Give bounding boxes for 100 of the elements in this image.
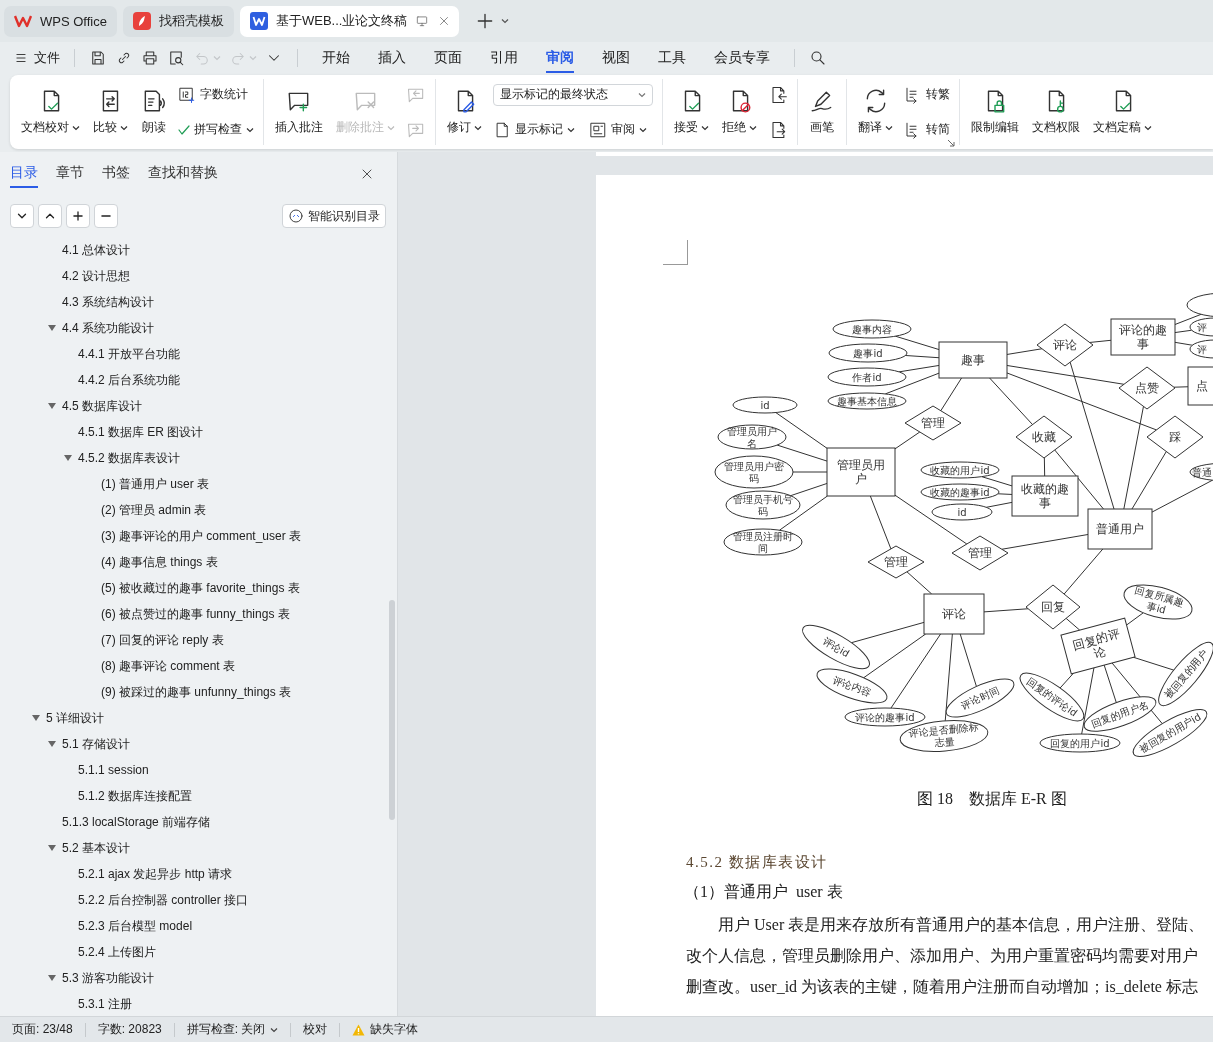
ribbon-button[interactable]: 修订 [445, 84, 484, 140]
ribbon-button[interactable]: 拼写检查 [178, 119, 254, 141]
toc-item[interactable]: (8) 趣事评论 comment 表 [101, 657, 235, 675]
app-tab[interactable]: 找稻壳模板 [122, 5, 234, 37]
remove-button[interactable] [94, 204, 118, 228]
menu-tab[interactable]: 页面 [434, 43, 462, 73]
ribbon-button[interactable]: 限制编辑 [969, 84, 1021, 140]
ribbon-button[interactable]: 审阅 [589, 118, 647, 141]
relationship-diamond: 回复 [1025, 584, 1081, 630]
ribbon-button[interactable]: 字数统计 [178, 83, 254, 106]
status-item[interactable]: 校对 [303, 1021, 328, 1038]
ribbon-button[interactable]: 文档权限 [1030, 84, 1082, 140]
entity-box: 管理员用户 [826, 447, 896, 497]
relationship-diamond: 管理 [904, 405, 962, 441]
dropdown[interactable]: 显示标记的最终状态 [493, 83, 653, 106]
menu-tab[interactable]: 审阅 [546, 43, 574, 73]
toc-item[interactable]: 5 详细设计 [32, 709, 104, 727]
ribbon-button[interactable]: 接受 [672, 84, 711, 140]
menu-tab[interactable]: 会员专享 [714, 43, 770, 73]
menu-tab[interactable]: 开始 [322, 43, 350, 73]
file-menu[interactable]: 文件 [10, 49, 64, 67]
toc-item[interactable]: (9) 被踩过的趣事 unfunny_things 表 [101, 683, 292, 701]
menu-tab[interactable]: 视图 [602, 43, 630, 73]
toc-item[interactable]: 4.1 总体设计 [62, 241, 130, 259]
ribbon-button[interactable]: 转简 [904, 118, 950, 141]
toc-item[interactable]: 5.2.2 后台控制器 controller 接口 [78, 891, 249, 909]
ribbon-button[interactable]: 比较 [91, 84, 130, 140]
ribbon-button[interactable]: 插入批注 [273, 84, 325, 140]
expand-button[interactable] [10, 204, 34, 228]
toc-item[interactable]: 4.4.1 开放平台功能 [78, 345, 181, 363]
connector-line [1043, 457, 1046, 477]
collapse-button[interactable] [38, 204, 62, 228]
attribute-ellipse: 回复的评论id [1019, 672, 1085, 722]
toc-item[interactable]: 5.3.1 注册 [78, 995, 133, 1013]
toc-item[interactable]: 5.1.2 数据库连接配置 [78, 787, 193, 805]
app-tab[interactable]: 基于WEB...业论文终稿 [239, 5, 460, 37]
sidebar-tab[interactable]: 目录 [10, 160, 38, 188]
attribute-ellipse: 评论id [802, 624, 870, 670]
sidebar-tab[interactable]: 章节 [56, 160, 84, 188]
ribbon-button[interactable]: 拒绝 [720, 84, 759, 140]
toc-item[interactable]: 5.1.3 localStorage 前端存储 [62, 813, 211, 831]
toc-item[interactable]: 5.3 游客功能设计 [48, 969, 154, 987]
menu-tab[interactable]: 工具 [658, 43, 686, 73]
status-item[interactable]: 页面: 23/48 [12, 1021, 73, 1038]
toc-item[interactable]: 5.2.4 上传图片 [78, 943, 157, 961]
toc-item[interactable]: 4.2 设计思想 [62, 267, 130, 285]
caret-icon [638, 91, 646, 98]
smart-toc-button[interactable]: 智能识别目录 [282, 204, 386, 228]
connector-line [985, 501, 1013, 508]
relationship-diamond: 评论 [1036, 323, 1094, 367]
toc-item[interactable]: (3) 趣事评论的用户 comment_user 表 [101, 527, 302, 545]
counter-icon [178, 85, 196, 104]
monitor-icon [415, 14, 430, 28]
status-item[interactable]: 缺失字体 [352, 1021, 419, 1038]
toc-item[interactable]: (7) 回复的评论 reply 表 [101, 631, 224, 649]
scrollbar-thumb[interactable] [389, 600, 395, 820]
connector-line [869, 495, 892, 550]
connector-line [894, 431, 921, 450]
toc-item[interactable]: 4.4 系统功能设计 [48, 319, 154, 337]
connector-line [1089, 339, 1112, 343]
toc-item[interactable]: (1) 普通用户 user 表 [101, 475, 209, 493]
attribute-ellipse: 回复所属趣事id [1123, 584, 1193, 620]
logo-icon [14, 14, 32, 28]
toc-item[interactable]: 4.4.2 后台系统功能 [78, 371, 181, 389]
document-app-icon [249, 12, 268, 30]
app-tab[interactable]: WPS Office [4, 5, 117, 37]
search-icon [809, 49, 827, 67]
toc-item[interactable]: 5.1 存储设计 [48, 735, 130, 753]
ribbon-button[interactable]: 朗读 [139, 84, 169, 140]
relationship-diamond: 踩 [1146, 415, 1204, 459]
ribbon-button[interactable]: 显示标记 [493, 118, 575, 141]
status-item[interactable]: 拼写检查: 关闭 [186, 1021, 279, 1038]
ribbon-button[interactable]: 转繁 [904, 83, 950, 106]
connector-line [894, 335, 940, 351]
toc-item[interactable]: 4.5.1 数据库 ER 图设计 [78, 423, 204, 441]
toc-item[interactable]: 4.5.2 数据库表设计 [64, 449, 181, 467]
sidebar-tab[interactable]: 书签 [102, 160, 130, 188]
attribute-ellipse: 作者id [827, 367, 907, 387]
toc-item[interactable]: 5.1.1 session [78, 763, 149, 777]
toc-item[interactable]: 5.2.1 ajax 发起异步 http 请求 [78, 865, 233, 883]
add-button[interactable] [66, 204, 90, 228]
sidebar-tab[interactable]: 查找和替换 [148, 160, 218, 188]
toc-item[interactable]: (6) 被点赞过的趣事 funny_things 表 [101, 605, 290, 623]
toc-item[interactable]: (5) 被收藏过的趣事 favorite_things 表 [101, 579, 300, 597]
expand-corner-icon[interactable] [947, 139, 955, 147]
toc-item[interactable]: (2) 管理员 admin 表 [101, 501, 207, 519]
entity-box: 收藏的趣事 [1011, 475, 1079, 517]
ribbon-button[interactable]: 翻译 [856, 84, 895, 140]
ribbon-button[interactable]: 文档定稿 [1091, 84, 1154, 140]
menu-tab[interactable]: 插入 [378, 43, 406, 73]
ribbon-button[interactable]: 画笔 [807, 84, 837, 140]
toc-item[interactable]: 4.3 系统结构设计 [62, 293, 154, 311]
attribute-ellipse: 评论内容 [816, 668, 888, 704]
status-item[interactable]: 字数: 20823 [97, 1021, 162, 1038]
menu-tab[interactable]: 引用 [490, 43, 518, 73]
toc-item[interactable]: 5.2.3 后台模型 model [78, 917, 193, 935]
toc-item[interactable]: (4) 趣事信息 things 表 [101, 553, 218, 571]
ribbon-button[interactable]: 文档校对 [19, 84, 82, 140]
toc-item[interactable]: 5.2 基本设计 [48, 839, 130, 857]
toc-item[interactable]: 4.5 数据库设计 [48, 397, 142, 415]
